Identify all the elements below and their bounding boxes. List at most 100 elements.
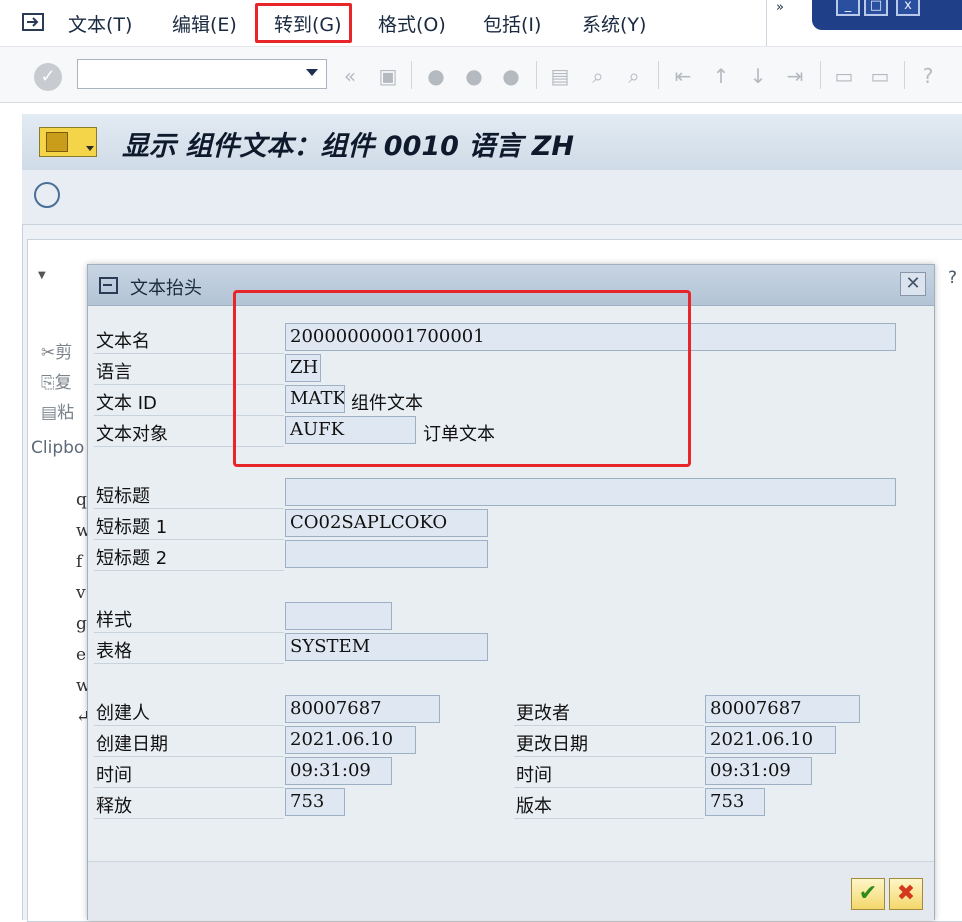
help-icon[interactable]: ? <box>916 64 940 88</box>
minimize-icon[interactable]: _ <box>836 0 860 16</box>
clipboard-label: Clipbo <box>31 438 85 458</box>
label-underline <box>94 570 284 571</box>
screen-menu-button[interactable] <box>39 127 97 157</box>
close-window-icon[interactable]: x <box>896 0 920 16</box>
label-underline <box>94 756 284 757</box>
dialog-menu-icon[interactable] <box>98 276 120 296</box>
label-underline <box>94 539 284 540</box>
version-field[interactable]: 753 <box>705 788 765 816</box>
cancel-button[interactable]: ✖ <box>889 878 923 910</box>
created-time-label: 时间 <box>96 765 132 786</box>
dialog-title: 文本抬头 <box>130 278 202 299</box>
find-next-icon[interactable]: ⌕ <box>622 64 646 88</box>
changed-on-field[interactable]: 2021.06.10 <box>705 726 836 754</box>
changed-by-field[interactable]: 80007687 <box>705 695 860 723</box>
dropdown-small-icon[interactable]: ▼ <box>38 270 46 281</box>
toolbar-separator <box>904 61 905 89</box>
help-question-icon[interactable]: ? <box>948 268 957 288</box>
short-title1-field[interactable]: CO02SAPLCOKO <box>285 509 488 537</box>
fields-highlight-box <box>233 290 691 467</box>
label-underline <box>514 787 704 788</box>
label-underline <box>514 725 704 726</box>
text-object-label: 文本对象 <box>96 424 168 445</box>
print-icon[interactable]: ▤ <box>548 64 572 88</box>
changed-time-label: 时间 <box>516 765 552 786</box>
new-session-icon[interactable]: ▭ <box>832 64 856 88</box>
cut-label: 剪 <box>55 343 73 363</box>
first-page-icon[interactable]: ⇤ <box>671 64 695 88</box>
text-id-label: 文本 ID <box>96 393 157 414</box>
prev-page-icon[interactable]: ↑ <box>709 64 733 88</box>
short-title1-label: 短标题 1 <box>96 517 168 538</box>
short-title-field[interactable] <box>285 478 896 506</box>
chevron-down-icon <box>86 146 94 151</box>
created-on-field[interactable]: 2021.06.10 <box>285 726 416 754</box>
short-title-label: 短标题 <box>96 486 150 507</box>
language-label: 语言 <box>96 362 132 383</box>
maximize-icon[interactable]: □ <box>864 0 888 16</box>
paste-tool[interactable]: ▤粘 <box>41 398 74 423</box>
paste-label: 粘 <box>57 403 75 423</box>
dialog-footer: ✔ ✖ <box>88 861 934 920</box>
menu-edit[interactable]: 编辑(E) <box>172 10 237 37</box>
screen-menu-icon <box>46 132 68 152</box>
clipboard-tools: ✂剪 ⎘复 ▤粘 <box>29 330 87 450</box>
menu-text[interactable]: 文本(T) <box>68 10 132 37</box>
release-field[interactable]: 753 <box>285 788 345 816</box>
menu-bar: 文本(T) 编辑(E) 转到(G) 格式(O) 包括(I) 系统(Y) » _ … <box>0 0 962 47</box>
copy-label: 复 <box>54 373 72 393</box>
form-field[interactable]: SYSTEM <box>285 633 488 661</box>
close-icon[interactable]: ✕ <box>900 272 926 296</box>
created-on-label: 创建日期 <box>96 734 168 755</box>
window-controls: _ □ x <box>812 0 962 30</box>
created-by-field[interactable]: 80007687 <box>285 695 440 723</box>
created-time-field[interactable]: 09:31:09 <box>285 757 392 785</box>
application-toolbar <box>22 170 962 225</box>
menu-system[interactable]: 系统(Y) <box>582 10 646 37</box>
label-underline <box>94 508 284 509</box>
back-double-icon[interactable]: « <box>338 64 362 88</box>
label-underline <box>94 632 284 633</box>
label-underline <box>94 663 284 664</box>
label-underline <box>94 787 284 788</box>
command-field[interactable] <box>77 59 327 89</box>
changed-time-field[interactable]: 09:31:09 <box>705 757 812 785</box>
confirm-button[interactable]: ✔ <box>851 878 885 910</box>
save-icon[interactable]: ▣ <box>376 64 400 88</box>
exit-icon[interactable]: ● <box>462 64 486 88</box>
chevron-down-icon[interactable] <box>306 69 318 76</box>
label-underline <box>514 818 704 819</box>
menu-overflow-button[interactable]: » <box>766 0 793 46</box>
title-bar: 显示 组件文本：组件 0010 语言 ZH <box>22 114 962 171</box>
toolbar-separator <box>820 61 821 89</box>
cancel-icon[interactable]: ● <box>499 64 523 88</box>
find-icon[interactable]: ⌕ <box>586 64 610 88</box>
system-toolbar: ✓ « ▣ ● ● ● ▤ ⌕ ⌕ ⇤ ↑ ↓ ⇥ ▭ ▭ ? <box>0 47 962 103</box>
form-label: 表格 <box>96 641 132 662</box>
toolbar-separator <box>411 61 412 89</box>
page-title: 显示 组件文本：组件 0010 语言 ZH <box>122 131 574 162</box>
copy-tool[interactable]: ⎘复 <box>41 368 72 393</box>
style-label: 样式 <box>96 610 132 631</box>
label-underline <box>94 818 284 819</box>
text-name-label: 文本名 <box>96 331 150 352</box>
enter-check-icon[interactable]: ✓ <box>34 63 62 91</box>
next-page-icon[interactable]: ↓ <box>746 64 770 88</box>
changed-by-label: 更改者 <box>516 703 570 724</box>
clock-icon[interactable] <box>34 182 60 208</box>
last-page-icon[interactable]: ⇥ <box>783 64 807 88</box>
style-field[interactable] <box>285 602 392 630</box>
goto-highlight-box <box>255 3 352 43</box>
version-label: 版本 <box>516 796 552 817</box>
back-icon[interactable]: ● <box>424 64 448 88</box>
toolbar-separator <box>658 61 659 89</box>
short-title2-field[interactable] <box>285 540 488 568</box>
menu-include[interactable]: 包括(I) <box>483 10 541 37</box>
shortcut-icon[interactable]: ▭ <box>868 64 892 88</box>
menu-format[interactable]: 格式(O) <box>378 10 446 37</box>
label-underline <box>514 756 704 757</box>
created-by-label: 创建人 <box>96 703 150 724</box>
cut-tool[interactable]: ✂剪 <box>41 338 72 363</box>
toolbar-separator <box>536 61 537 89</box>
menu-arrow-icon[interactable] <box>20 9 48 37</box>
